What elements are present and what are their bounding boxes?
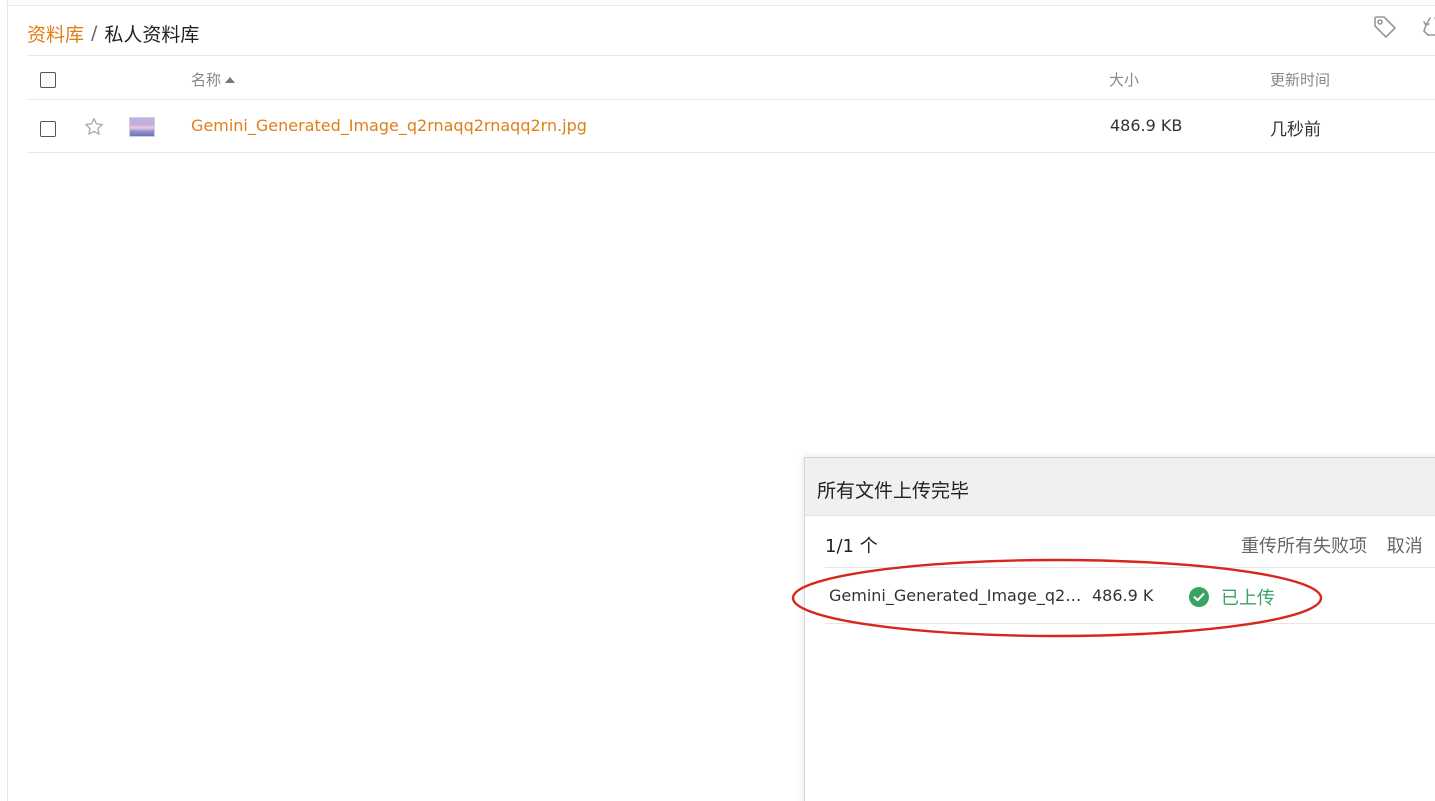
file-mtime: 几秒前 — [1270, 120, 1321, 140]
upload-panel-header: 所有文件上传完毕 — [805, 458, 1435, 516]
upload-panel-actions: 重传所有失败项 取消 — [1241, 532, 1423, 558]
left-border — [7, 0, 8, 801]
sort-ascending-icon — [225, 77, 236, 83]
file-name-link[interactable]: Gemini_Generated_Image_q2rnaqq2rnaqq2rn.… — [191, 116, 587, 135]
star-icon[interactable] — [83, 116, 105, 142]
table-row[interactable]: Gemini_Generated_Image_q2rnaqq2rnaqq2rn.… — [27, 100, 1435, 153]
column-header-name[interactable]: 名称 — [191, 69, 236, 90]
upload-panel-title: 所有文件上传完毕 — [817, 480, 970, 502]
file-thumbnail[interactable] — [129, 117, 155, 137]
upload-item-name: Gemini_Generated_Image_q2rnaqq2rnaqq2rn.… — [829, 586, 1085, 605]
table-header: 名称 大小 更新时间 — [27, 56, 1435, 100]
check-circle-icon — [1189, 587, 1209, 607]
column-header-name-label: 名称 — [191, 71, 222, 89]
column-header-mtime[interactable]: 更新时间 — [1270, 69, 1330, 90]
file-size: 486.9 KB — [1110, 116, 1183, 135]
breadcrumb: 资料库 / 私人资料库 — [27, 20, 199, 46]
column-header-size[interactable]: 大小 — [1109, 69, 1139, 90]
upload-item-status-label: 已上传 — [1221, 588, 1275, 609]
retry-all-failed-button[interactable]: 重传所有失败项 — [1241, 536, 1367, 557]
cancel-all-button[interactable]: 取消 — [1387, 536, 1423, 557]
upload-progress-panel: 所有文件上传完毕 1/1 个 重传所有失败项 取消 Gemini_Generat… — [804, 457, 1435, 801]
upload-item-status: 已上传 — [1189, 584, 1275, 610]
breadcrumb-current: 私人资料库 — [104, 23, 200, 46]
breadcrumb-root-link[interactable]: 资料库 — [27, 20, 84, 47]
upload-item-size: 486.9 K — [1092, 586, 1154, 605]
top-border — [7, 5, 1435, 6]
upload-count: 1/1 个 — [825, 536, 878, 557]
row-checkbox[interactable] — [40, 121, 56, 137]
upload-item-row: Gemini_Generated_Image_q2rnaqq2rnaqq2rn.… — [825, 568, 1435, 624]
toolbar-icons — [1372, 14, 1435, 40]
recycle-icon[interactable] — [1420, 14, 1435, 40]
select-all-checkbox[interactable] — [40, 72, 56, 88]
breadcrumb-separator: / — [91, 22, 98, 44]
file-manager-window: 资料库 / 私人资料库 名称 大小 更新时间 Gemini_Generated_… — [0, 0, 1435, 801]
tag-icon[interactable] — [1372, 14, 1398, 40]
